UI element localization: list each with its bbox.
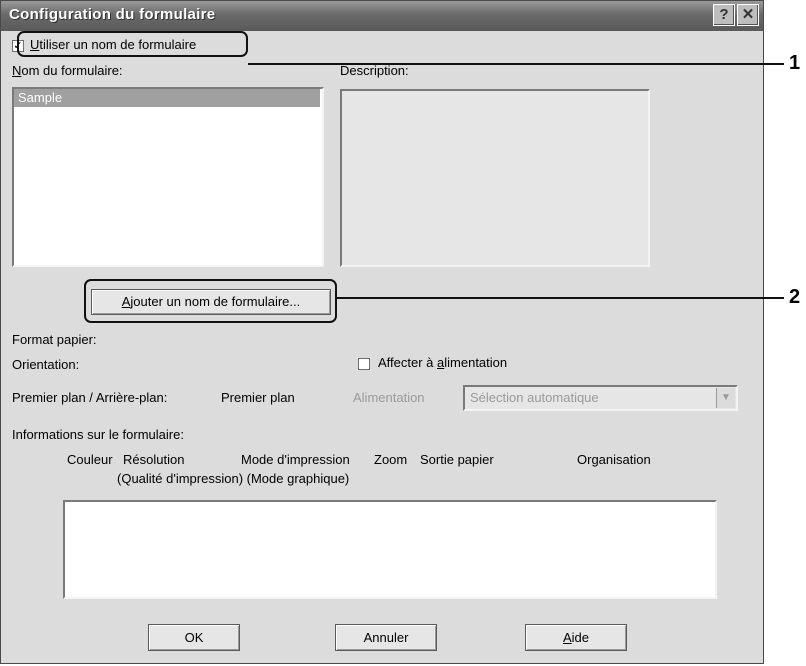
- alimentation-select[interactable]: Sélection automatique ▼: [463, 385, 738, 411]
- callout-number-2: 2: [789, 286, 801, 308]
- ok-button[interactable]: OK: [148, 624, 240, 651]
- callout-line-1: [248, 63, 784, 65]
- alimentation-value: Sélection automatique: [470, 390, 599, 405]
- description-box: [340, 89, 650, 267]
- chevron-down-icon[interactable]: ▼: [716, 388, 735, 408]
- column-header: Zoom: [374, 452, 408, 467]
- column-header: Couleur: [67, 452, 113, 467]
- column-header: Mode d'impression: [241, 452, 350, 467]
- close-icon[interactable]: ✕: [737, 4, 759, 26]
- column-header: Résolution: [123, 452, 185, 467]
- alimentation-label: Alimentation: [353, 390, 425, 405]
- form-name-list[interactable]: Sample: [12, 87, 324, 267]
- cancel-button[interactable]: Annuler: [335, 624, 437, 651]
- title-bar[interactable]: Configuration du formulaire ? ✕: [1, 1, 763, 31]
- callout-box-2: [84, 279, 337, 323]
- foreground-value: Premier plan: [221, 390, 295, 405]
- column-header: Sortie papier: [420, 452, 494, 467]
- callout-number-1: 1: [789, 52, 801, 74]
- form-info-list[interactable]: [63, 500, 717, 599]
- dialog-window: Configuration du formulaire ? ✕ ✓ Utilis…: [0, 0, 764, 664]
- foreground-label: Premier plan / Arrière-plan:: [12, 390, 168, 405]
- assign-feed-checkbox[interactable]: [358, 358, 370, 370]
- paper-format-label: Format papier:: [12, 332, 97, 347]
- orientation-label: Orientation:: [12, 357, 80, 372]
- callout-box-1: [17, 31, 248, 57]
- description-label: Description:: [340, 63, 409, 78]
- help-button[interactable]: Aide: [525, 624, 627, 651]
- form-name-label: Nom du formulaire:: [12, 63, 123, 78]
- assign-feed-label[interactable]: Affecter à alimentation: [378, 355, 507, 370]
- help-icon[interactable]: ?: [713, 4, 735, 26]
- list-item[interactable]: Sample: [14, 89, 320, 107]
- column-subheader: (Qualité d'impression) (Mode graphique): [117, 471, 350, 486]
- column-header: Organisation: [577, 452, 651, 467]
- form-info-label: Informations sur le formulaire:: [12, 427, 184, 442]
- callout-line-2: [337, 297, 784, 299]
- window-title: Configuration du formulaire: [9, 6, 216, 23]
